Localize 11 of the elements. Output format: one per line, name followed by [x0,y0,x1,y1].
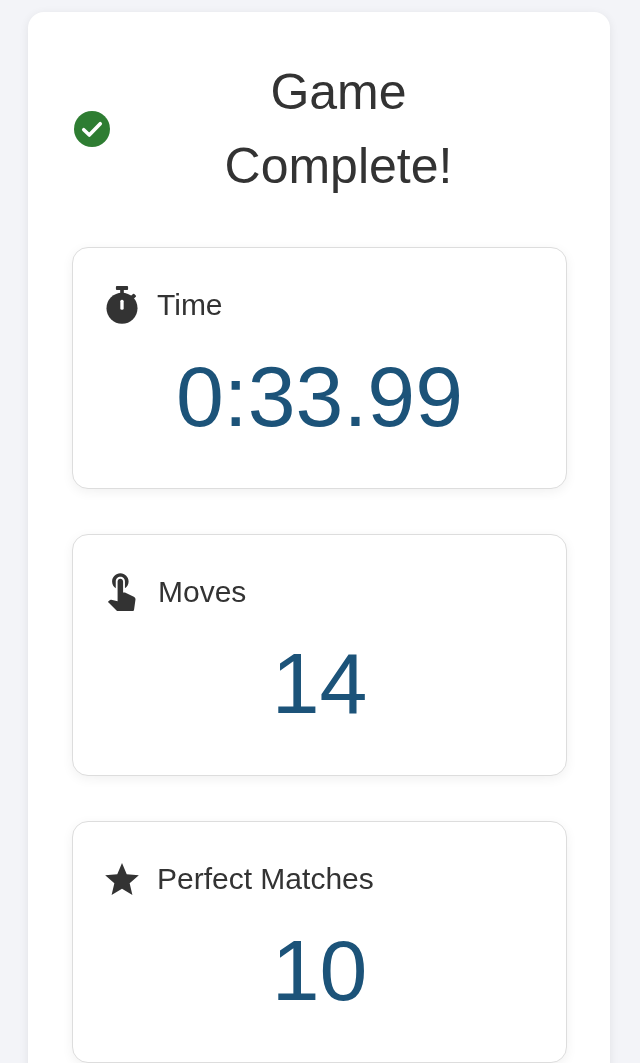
stat-label: Moves [158,575,247,609]
game-complete-title: Game Complete! [223,63,454,196]
stat-value: 10 [270,921,369,1020]
stat-value: 0:33.99 [175,347,464,446]
stat-value: 14 [270,634,369,733]
stopwatch-icon [105,286,139,324]
tapping-hand-icon [108,573,136,611]
star-icon [105,863,139,895]
stat-label: Time [157,288,223,322]
check-circle-icon [74,111,110,147]
stat-label: Perfect Matches [157,862,374,896]
